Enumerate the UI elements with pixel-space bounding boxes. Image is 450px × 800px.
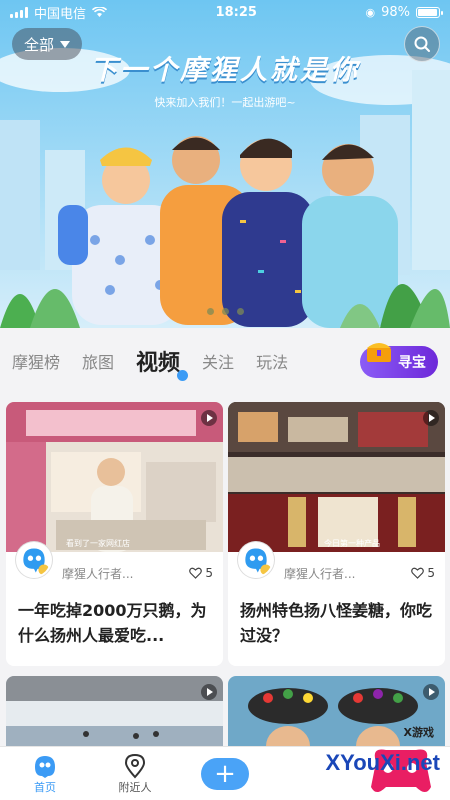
- nav-add[interactable]: +: [180, 757, 270, 790]
- heart-icon: [411, 567, 425, 579]
- treasure-box-icon: [367, 343, 391, 362]
- video-card[interactable]: 看到了一家网红店 摩猩人行者... 5 一年吃掉2000万只鹅，为什么扬州人最爱…: [6, 402, 223, 666]
- treasure-button[interactable]: 寻宝: [360, 343, 438, 378]
- filter-label: 全部: [24, 35, 55, 54]
- carrier-name: 中国电信: [34, 6, 87, 22]
- like-count[interactable]: 5: [189, 566, 213, 580]
- battery-icon: [415, 6, 443, 18]
- video-card[interactable]: 今日第一种产品 摩猩人行者... 5 扬州特色扬八怪姜糖，你吃过没？: [228, 402, 445, 666]
- play-icon: [423, 410, 439, 426]
- video-thumbnail-image: [6, 676, 223, 756]
- video-thumbnail[interactable]: [6, 676, 223, 756]
- treasure-label: 寻宝: [398, 355, 426, 371]
- author-name[interactable]: 摩猩人行者...: [284, 565, 411, 582]
- tab-play[interactable]: 玩法: [256, 349, 288, 373]
- play-icon: [201, 684, 217, 700]
- video-thumbnail[interactable]: 今日第一种产品: [228, 402, 445, 552]
- watermark-overlay: X游戏 XYouXi.net: [270, 722, 450, 800]
- heart-icon: [189, 567, 203, 579]
- video-thumbnail[interactable]: 看到了一家网红店: [6, 402, 223, 552]
- signal-icon: [10, 6, 28, 18]
- carousel-dot[interactable]: [221, 308, 229, 315]
- carousel-dot[interactable]: [236, 308, 244, 315]
- like-count[interactable]: 5: [411, 566, 435, 580]
- tab-ranking[interactable]: 摩猩榜: [12, 349, 60, 373]
- video-thumbnail-image: [6, 402, 223, 552]
- watermark-small-text: X游戏: [403, 726, 434, 739]
- nav-nearby[interactable]: 附近人: [90, 753, 180, 795]
- search-icon: [414, 36, 430, 52]
- add-button[interactable]: +: [201, 757, 249, 790]
- location-pin-icon: [124, 753, 146, 778]
- video-thumbnail-image: [228, 402, 445, 552]
- app-screen: { "status": {"carrier": "中国电信", "time": …: [0, 0, 450, 800]
- filter-dropdown[interactable]: 全部: [12, 28, 83, 60]
- search-button[interactable]: [404, 26, 440, 62]
- author-name[interactable]: 摩猩人行者...: [62, 565, 189, 582]
- nav-home-label: 首页: [34, 780, 56, 794]
- home-icon: [35, 755, 55, 778]
- tab-travel-map[interactable]: 旅图: [82, 349, 114, 373]
- rotation-lock-icon: ◉: [365, 5, 376, 19]
- battery-percent: 98%: [381, 4, 410, 20]
- clock: 18:25: [215, 4, 257, 20]
- video-caption: 看到了一家网红店: [66, 539, 130, 548]
- video-title[interactable]: 扬州特色扬八怪姜糖，你吃过没？: [228, 594, 445, 666]
- carousel-dot[interactable]: [206, 308, 214, 315]
- carousel-dots: [0, 308, 450, 315]
- chevron-down-icon: [60, 40, 71, 48]
- video-title[interactable]: 一年吃掉2000万只鹅，为什么扬州人最爱吃...: [6, 594, 223, 666]
- banner-subline: 快来加入我们！一起出游吧~: [154, 96, 296, 109]
- wifi-icon: [92, 6, 108, 17]
- tab-follow[interactable]: 关注: [202, 349, 234, 373]
- nav-nearby-label: 附近人: [118, 780, 152, 794]
- nav-home[interactable]: 首页: [0, 753, 90, 795]
- tab-video-label: 视频: [136, 351, 181, 376]
- video-caption: 今日第一种产品: [324, 539, 380, 548]
- play-icon: [423, 684, 439, 700]
- watermark-brand: XYouXi.net: [325, 750, 441, 775]
- play-icon: [201, 410, 217, 426]
- like-count-value: 5: [205, 566, 213, 580]
- plus-icon: +: [214, 758, 236, 789]
- like-count-value: 5: [427, 566, 435, 580]
- video-card[interactable]: [6, 676, 223, 756]
- status-bar: 中国电信 18:25 ◉ 98%: [0, 0, 450, 24]
- avatar[interactable]: [16, 542, 52, 578]
- tab-video[interactable]: 视频: [136, 345, 189, 381]
- active-tab-indicator: [177, 370, 189, 381]
- avatar[interactable]: [238, 542, 274, 578]
